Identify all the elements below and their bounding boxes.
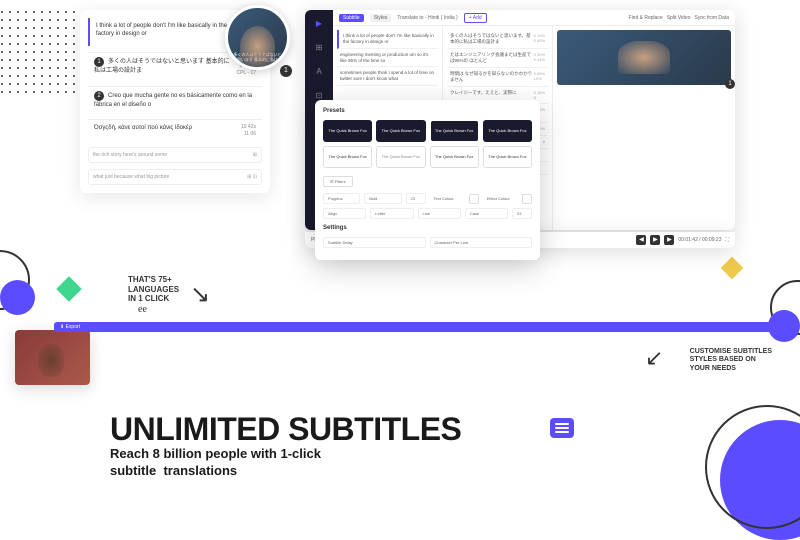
- filters-button[interactable]: ☰ Filters: [323, 176, 353, 187]
- subtitle-icon: [550, 418, 574, 438]
- subtitle-delay[interactable]: Subtitle Delay: [323, 237, 426, 248]
- effect-color-chip[interactable]: [522, 194, 532, 204]
- preset-style[interactable]: The Quick Brown Fox: [323, 146, 372, 168]
- speaker-avatar: 多くの人はそうではないと思います 基本的に私は: [225, 5, 290, 70]
- presets-panel: Presets The Quick Brown Fox The Quick Br…: [315, 100, 540, 260]
- hero-subhead: Reach 8 billion people with 1-click subt…: [110, 446, 321, 480]
- subtitle-translation[interactable]: 多くの人はそうではないと思います 基本的に私は工場の設計ま: [94, 59, 230, 74]
- preset-style[interactable]: The Quick Brown Fox: [430, 120, 479, 142]
- tab-subtitle[interactable]: Subtitle: [339, 14, 364, 22]
- text-color-chip[interactable]: [469, 194, 479, 204]
- caption-preview: the rich story here's around some⊞: [88, 147, 262, 163]
- preset-style[interactable]: The Quick Brown Fox: [323, 120, 372, 142]
- subtitle-item[interactable]: engineering meeting or production um so …: [337, 49, 438, 68]
- text-color-label: Text Colour: [430, 194, 465, 203]
- logo-icon[interactable]: ▶: [311, 16, 327, 32]
- preset-style[interactable]: The Quick Brown Fox: [483, 120, 532, 142]
- prev-button[interactable]: ◀: [636, 235, 646, 245]
- subtitle-translation[interactable]: Creo que mucha gente no es básicamente c…: [94, 93, 252, 108]
- subtitle-text[interactable]: I think a lot of people don't I'm like b…: [96, 22, 232, 39]
- weight-select[interactable]: Bold: [364, 193, 401, 204]
- subtitle-item[interactable]: I think a lot of people don't I'm like b…: [337, 30, 438, 49]
- sidebar-dashboard-icon[interactable]: ⊞: [311, 40, 327, 56]
- line-spacing[interactable]: Line: [418, 208, 461, 219]
- preset-style[interactable]: The Quick Brown Fox: [483, 146, 532, 168]
- callout-languages: THAT'S 75+ LANGUAGES IN 1 CLICK: [128, 275, 179, 304]
- arrow-icon: [190, 280, 230, 310]
- find-replace-button[interactable]: Find & Replace: [629, 15, 663, 21]
- preset-style[interactable]: The Quick Brown Fox: [376, 120, 425, 142]
- overlay-caption: 多くの人はそうではないと思います 基本的に私は: [232, 53, 283, 63]
- translation-item[interactable]: たはエンジニアリング会議または生産では95%の ほとんど0 32% 0 44%: [447, 49, 548, 68]
- subtitle-item[interactable]: sometimes people think I spend a lot of …: [337, 67, 438, 86]
- split-video-button[interactable]: Split Video: [667, 15, 691, 21]
- tab-styles[interactable]: Styles: [370, 14, 392, 22]
- translation-item[interactable]: 多くの人はそうではないと思います。基本的に私は工場の設計ま0 13% 0 65%: [447, 30, 548, 49]
- video-preview[interactable]: 1: [557, 30, 731, 85]
- hero-headline: UNLIMITED SUBTITLES: [110, 411, 461, 448]
- sync-button[interactable]: Sync from Data: [695, 15, 729, 21]
- timecode: 00:01:42 / 00:09:23: [678, 237, 721, 243]
- sidebar-text-icon[interactable]: A: [311, 64, 327, 80]
- callout-badge: 1: [280, 65, 292, 77]
- fullscreen-icon[interactable]: ⛶: [725, 237, 729, 243]
- translation-item[interactable]: 時間は なぜ知るかを知らないのかわかりません0 65% 10%: [447, 68, 548, 87]
- preset-style[interactable]: The Quick Brown Fox: [376, 146, 425, 168]
- callout-customise: CUSTOMISE SUBTITLES STYLES BASED ON YOUR…: [690, 348, 772, 373]
- translate-dropdown[interactable]: Translate to - Hindi ( India ): [397, 15, 457, 21]
- presets-heading: Presets: [323, 108, 532, 114]
- case-control[interactable]: Case: [465, 208, 508, 219]
- export-video-thumb: [15, 330, 90, 385]
- caption-preview: what just because what big picture⊞ ⊡: [88, 169, 262, 185]
- size-input-2[interactable]: 23: [512, 208, 532, 219]
- top-bar: Subtitle Styles Translate to - Hindi ( I…: [333, 10, 735, 26]
- size-input[interactable]: 23: [406, 193, 426, 204]
- callout-badge: 1: [725, 79, 735, 89]
- chars-per-line[interactable]: Character Per Line: [430, 237, 533, 248]
- subtitle-translation[interactable]: Όσγςδή, κάνε αυτοί πού κάνις ίδοκέρ: [94, 124, 237, 132]
- effect-color-label: Effect Colour: [483, 194, 518, 203]
- font-select[interactable]: Poppins: [323, 193, 360, 204]
- align-control[interactable]: Align: [323, 208, 366, 219]
- play-button[interactable]: ▶: [650, 235, 660, 245]
- preset-style[interactable]: The Quick Brown Fox: [430, 146, 479, 168]
- next-button[interactable]: ▶: [664, 235, 674, 245]
- video-preview-area: 1: [553, 26, 735, 230]
- subtitle-index-badge: 2: [94, 91, 104, 101]
- export-button[interactable]: ⬇ Export: [54, 322, 792, 332]
- letter-spacing[interactable]: Letter: [370, 208, 413, 219]
- settings-heading: Settings: [323, 225, 532, 231]
- arrow-icon: [645, 345, 685, 375]
- subtitle-index-badge: 1: [94, 57, 104, 67]
- add-language-button[interactable]: + Add: [464, 13, 487, 23]
- export-preview: [15, 330, 90, 385]
